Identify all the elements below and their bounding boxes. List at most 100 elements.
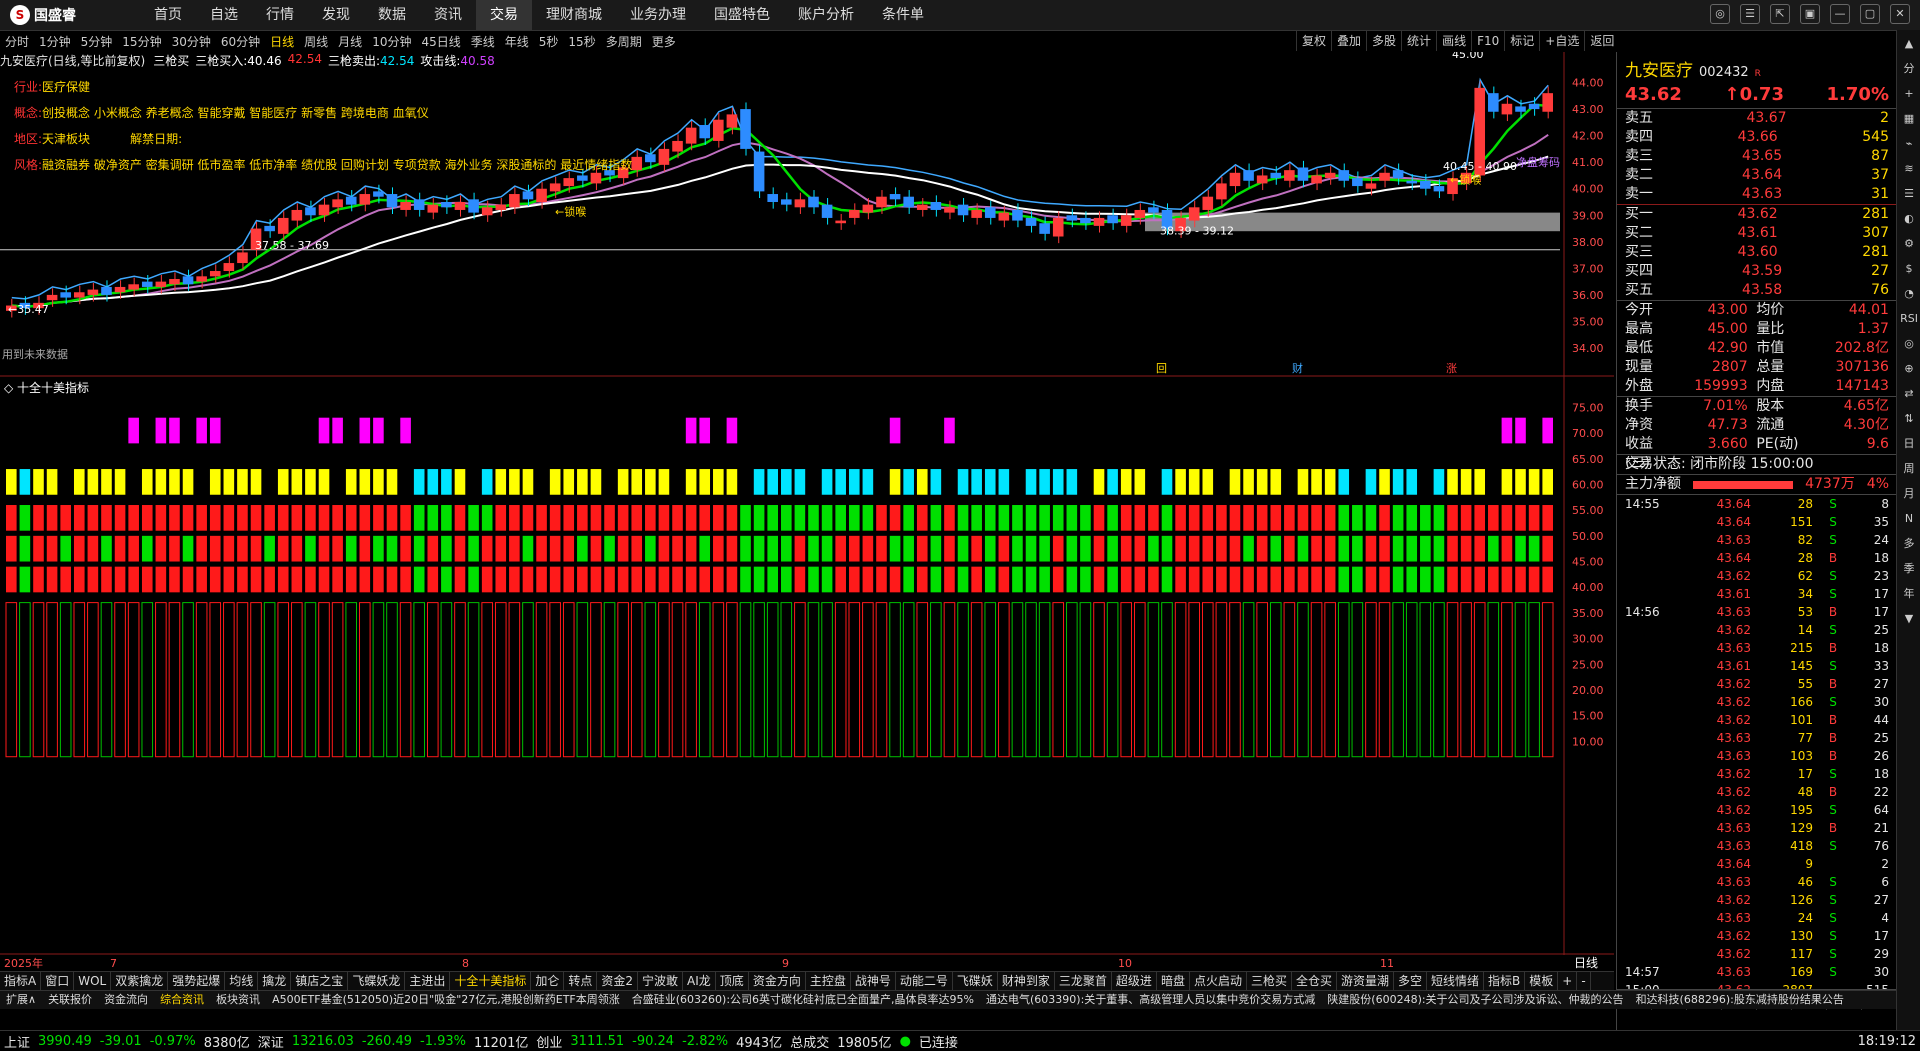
sidebar-icon[interactable]: ⚙ <box>1898 233 1920 255</box>
indicator-tab[interactable]: 指标B <box>1484 972 1526 990</box>
sidebar-icon[interactable]: 分 <box>1898 58 1920 80</box>
period-option[interactable]: 周线 <box>299 33 333 50</box>
period-option[interactable]: 15秒 <box>563 33 600 50</box>
toolbar-button[interactable]: 多股 <box>1366 31 1401 51</box>
news-tab[interactable]: 板块资讯 <box>210 991 266 1009</box>
news-item[interactable]: 和达科技(688296):股东减持股份结果公告 <box>1630 991 1850 1009</box>
indicator-tab[interactable]: 宁波敢 <box>638 972 684 990</box>
news-tab[interactable]: 资金流向 <box>98 991 154 1009</box>
indicator-tab[interactable]: 三龙聚首 <box>1055 972 1112 990</box>
toolbar-button[interactable]: 复权 <box>1296 31 1331 51</box>
sz-label[interactable]: 深证 <box>254 1032 288 1051</box>
period-option[interactable]: 1分钟 <box>34 33 76 50</box>
indicator-tab[interactable]: 短线情绪 <box>1427 972 1485 990</box>
nav-item[interactable]: 国盛特色 <box>700 0 784 30</box>
indicator-tab[interactable]: 游资量潮 <box>1337 972 1395 990</box>
indicator-tab[interactable]: 镇店之宝 <box>291 972 349 990</box>
sidebar-icon[interactable]: 日 <box>1898 433 1920 455</box>
sidebar-icon[interactable]: ▲ <box>1898 33 1920 55</box>
sidebar-icon[interactable]: 周 <box>1898 458 1920 480</box>
indicator-tab[interactable]: 财神到家 <box>998 972 1055 990</box>
nav-item[interactable]: 发现 <box>308 0 364 30</box>
indicator-tab[interactable]: AI龙 <box>683 972 716 990</box>
sidebar-icon[interactable]: ⌁ <box>1898 133 1920 155</box>
indicator-tab[interactable]: 暗盘 <box>1157 972 1190 990</box>
indicator-tab[interactable]: 加仑 <box>531 972 565 990</box>
window-control-icon[interactable]: ⇱ <box>1770 4 1790 24</box>
period-option[interactable]: 15分钟 <box>117 33 166 50</box>
toolbar-button[interactable]: 叠加 <box>1331 31 1366 51</box>
indicator-tab[interactable]: 顶底 <box>716 972 749 990</box>
indicator-tab[interactable]: 超级进 <box>1112 972 1157 990</box>
stock-name[interactable]: 九安医疗 <box>1625 56 1693 81</box>
window-control-icon[interactable]: ▢ <box>1860 4 1880 24</box>
nav-item[interactable]: 数据 <box>364 0 420 30</box>
news-tab[interactable]: 扩展∧ <box>0 991 42 1009</box>
indicator-tab[interactable]: 全仓买 <box>1292 972 1337 990</box>
nav-item[interactable]: 资讯 <box>420 0 476 30</box>
indicator-tab[interactable]: 强势起爆 <box>168 972 226 990</box>
news-item[interactable]: 合盛硅业(603260):公司6英寸碳化硅衬底已全面量产,晶体良率达95% <box>626 991 980 1009</box>
ask-row[interactable]: 卖一 43.63 31 <box>1617 185 1897 204</box>
sidebar-icon[interactable]: RSI <box>1898 308 1920 330</box>
period-option[interactable]: 30分钟 <box>167 33 216 50</box>
sidebar-icon[interactable]: ⊕ <box>1898 358 1920 380</box>
indicator-tab[interactable]: 擒龙 <box>258 972 292 990</box>
sidebar-icon[interactable]: 季 <box>1898 558 1920 580</box>
indicator-tab[interactable]: - <box>1577 972 1591 990</box>
ask-row[interactable]: 卖五 43.67 2 <box>1617 109 1897 128</box>
bid-row[interactable]: 买三 43.60 281 <box>1617 243 1897 262</box>
indicator-tab[interactable]: 资金2 <box>597 972 639 990</box>
indicator-tab[interactable]: 战神号 <box>851 972 896 990</box>
period-option[interactable]: 年线 <box>500 33 534 50</box>
ask-row[interactable]: 卖三 43.65 87 <box>1617 147 1897 166</box>
period-option[interactable]: 更多 <box>647 33 681 50</box>
sidebar-icon[interactable]: ≋ <box>1898 158 1920 180</box>
indicator-tab[interactable]: 窗口 <box>41 972 75 990</box>
cy-label[interactable]: 创业 <box>532 1032 566 1051</box>
period-option[interactable]: 60分钟 <box>216 33 265 50</box>
indicator-tab[interactable]: 点火启动 <box>1190 972 1247 990</box>
sidebar-icon[interactable]: ⇄ <box>1898 383 1920 405</box>
indicator-tab[interactable]: 动能二号 <box>896 972 953 990</box>
sidebar-icon[interactable]: + <box>1898 83 1920 105</box>
sidebar-icon[interactable]: ◐ <box>1898 208 1920 230</box>
sidebar-icon[interactable]: $ <box>1898 258 1920 280</box>
sidebar-icon[interactable]: ▦ <box>1898 108 1920 130</box>
tick-list[interactable]: 14:55 43.64 28 S 8 43.64 151 S 35 43.63 82 S 24 43.64… <box>1617 494 1897 999</box>
period-option[interactable]: 5分钟 <box>76 33 118 50</box>
nav-item[interactable]: 业务办理 <box>616 0 700 30</box>
indicator-tab[interactable]: 飞碟妖 <box>953 972 998 990</box>
indicator-tab[interactable]: WOL <box>74 972 112 990</box>
period-option[interactable]: 10分钟 <box>367 33 416 50</box>
period-option[interactable]: 多周期 <box>601 33 647 50</box>
sidebar-icon[interactable]: ☰ <box>1898 183 1920 205</box>
period-option[interactable]: 5秒 <box>534 33 564 50</box>
indicator-tab[interactable]: 多空 <box>1394 972 1428 990</box>
nav-item[interactable]: 条件单 <box>868 0 938 30</box>
period-option[interactable]: 分时 <box>0 33 34 50</box>
bid-row[interactable]: 买四 43.59 27 <box>1617 262 1897 281</box>
indicator-tab[interactable]: 主进出 <box>405 972 451 990</box>
indicator-tab[interactable]: + <box>1558 972 1578 990</box>
app-logo[interactable]: S 国盛睿 <box>10 5 76 25</box>
toolbar-button[interactable]: 统计 <box>1401 31 1436 51</box>
news-tab[interactable]: 关联报价 <box>42 991 98 1009</box>
news-item[interactable]: 通达电气(603390):关于董事、高级管理人员以集中竞价交易方式减 <box>980 991 1321 1009</box>
indicator-tab[interactable]: 十全十美指标 <box>450 972 532 990</box>
time-mode[interactable]: 日线 <box>1574 956 1598 970</box>
nav-item[interactable]: 自选 <box>196 0 252 30</box>
sidebar-icon[interactable]: 多 <box>1898 533 1920 555</box>
toolbar-button[interactable]: F10 <box>1471 31 1504 51</box>
ask-row[interactable]: 卖二 43.64 37 <box>1617 166 1897 185</box>
chart-area[interactable]: 44.00 43.00 42.00 41.00 40.00 39.00 38.00 37.00… <box>0 52 1614 971</box>
period-option[interactable]: 日线 <box>265 33 299 50</box>
ask-row[interactable]: 卖四 43.66 545 <box>1617 128 1897 147</box>
event-marker[interactable]: 财 <box>1292 361 1303 375</box>
nav-item[interactable]: 账户分析 <box>784 0 868 30</box>
window-control-icon[interactable]: ◎ <box>1710 4 1730 24</box>
event-marker[interactable]: 涨 <box>1446 362 1457 375</box>
indicator-tab[interactable]: 资金方向 <box>749 972 806 990</box>
indicator-tab[interactable]: 三枪买 <box>1247 972 1292 990</box>
sh-label[interactable]: 上证 <box>0 1032 34 1051</box>
